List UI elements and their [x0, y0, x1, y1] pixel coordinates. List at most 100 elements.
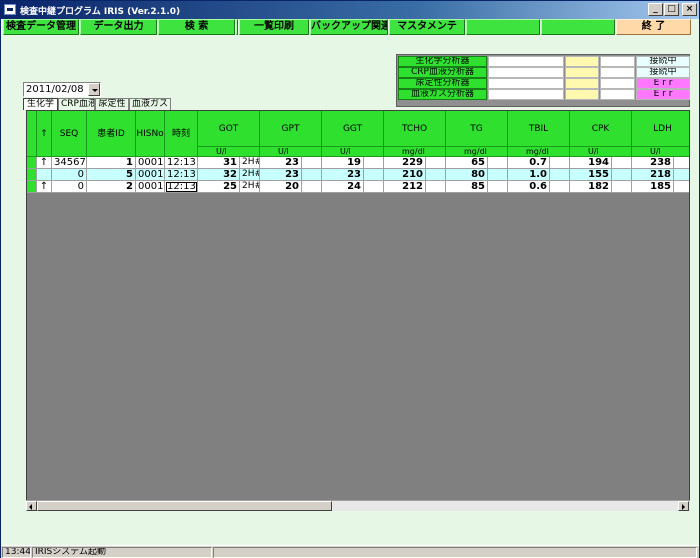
cell-value[interactable]: 218 — [632, 169, 674, 181]
cell-flag[interactable] — [550, 169, 570, 181]
cell-hisno[interactable]: 0001 — [136, 169, 165, 181]
menu-master-button[interactable]: マスタメンテ — [389, 19, 465, 35]
cell-value[interactable]: 19 — [322, 157, 364, 169]
results-grid[interactable]: ↑ SEQ 患者ID HISNo 時刻 GOT U/l GPT U/l GGT U/l TCHO mg/… — [26, 110, 690, 511]
menu-data-output-button[interactable]: データ出力 — [80, 19, 157, 35]
cell-flag[interactable]: 2H# — [240, 157, 260, 169]
column-header-test[interactable]: GGT — [322, 111, 384, 147]
date-select[interactable]: 2011/02/08 — [23, 82, 101, 97]
cell-flag[interactable] — [488, 181, 508, 193]
cell-value[interactable]: 155 — [570, 169, 612, 181]
cell-sel[interactable] — [27, 181, 37, 193]
cell-flag[interactable] — [674, 181, 689, 193]
cell-patient_id[interactable]: 1 — [87, 157, 136, 169]
cell-value[interactable]: 20 — [260, 181, 302, 193]
cell-flag[interactable] — [488, 169, 508, 181]
column-header-patient_id[interactable]: 患者ID — [87, 111, 136, 157]
maximize-button[interactable]: □ — [664, 3, 679, 16]
cell-value[interactable]: 23 — [260, 169, 302, 181]
cell-value[interactable]: 23 — [260, 157, 302, 169]
cell-flag[interactable] — [550, 181, 570, 193]
cell-value[interactable]: 194 — [570, 157, 612, 169]
cell-value[interactable]: 1.0 — [508, 169, 550, 181]
cell-value[interactable]: 25 — [198, 181, 240, 193]
cell-flag[interactable] — [426, 169, 446, 181]
cell-hisno[interactable]: 0001 — [136, 181, 165, 193]
cell-value[interactable]: 212 — [384, 181, 426, 193]
cell-flag[interactable] — [364, 181, 384, 193]
cell-time[interactable]: 12:13 — [165, 157, 198, 169]
column-header-hisno[interactable]: HISNo — [136, 111, 165, 157]
cell-seq[interactable]: 3456789 — [52, 157, 87, 169]
column-header-test[interactable]: TCHO — [384, 111, 446, 147]
menu-test-data-button[interactable]: 検査データ管理 — [3, 19, 79, 35]
column-header-test[interactable]: TBIL — [508, 111, 570, 147]
menu-search-button[interactable]: 検 索 — [158, 19, 235, 35]
cell-flag[interactable] — [612, 181, 632, 193]
cell-time[interactable]: 12:13 — [165, 181, 198, 193]
cell-time[interactable]: 12:13 — [165, 169, 198, 181]
exit-button[interactable]: 終 了 — [616, 19, 691, 35]
cell-flag[interactable] — [674, 157, 689, 169]
minimize-button[interactable]: _ — [648, 3, 663, 16]
tab-bloodgas[interactable]: 血液ガス — [129, 98, 171, 110]
cell-value[interactable]: 238 — [632, 157, 674, 169]
cell-value[interactable]: 229 — [384, 157, 426, 169]
cell-arrow[interactable]: ↑ — [37, 157, 52, 169]
cell-value[interactable]: 182 — [570, 181, 612, 193]
menu-blank-button-2[interactable] — [466, 19, 540, 35]
menu-blank-button[interactable] — [236, 19, 238, 35]
column-header-arrow[interactable]: ↑ — [37, 111, 52, 157]
column-header-test[interactable]: CPK — [570, 111, 632, 147]
cell-seq[interactable]: 0 — [52, 169, 87, 181]
close-button[interactable]: × — [682, 3, 697, 16]
cell-value[interactable]: 210 — [384, 169, 426, 181]
scroll-thumb[interactable] — [37, 501, 332, 511]
menu-blank-button-3[interactable] — [541, 19, 615, 35]
cell-flag[interactable] — [550, 157, 570, 169]
scroll-left-icon[interactable] — [26, 501, 37, 511]
horizontal-scrollbar[interactable] — [26, 500, 690, 511]
column-header-test[interactable]: TG — [446, 111, 508, 147]
column-header-seq[interactable]: SEQ — [52, 111, 87, 157]
cell-hisno[interactable]: 0001 — [136, 157, 165, 169]
tab-biochem[interactable]: 生化学 — [23, 98, 58, 110]
tab-crp[interactable]: CRP血液 — [58, 98, 95, 110]
cell-sel[interactable] — [27, 169, 37, 181]
cell-seq[interactable]: 0 — [52, 181, 87, 193]
cell-flag[interactable] — [302, 181, 322, 193]
cell-flag[interactable] — [612, 169, 632, 181]
column-header-test[interactable]: LDH — [632, 111, 689, 147]
menu-list-print-button[interactable]: 一覧印刷 — [239, 19, 309, 35]
cell-value[interactable]: 24 — [322, 181, 364, 193]
cell-flag[interactable] — [426, 157, 446, 169]
cell-flag[interactable]: 2H# — [240, 169, 260, 181]
cell-flag[interactable] — [426, 181, 446, 193]
cell-flag[interactable] — [674, 169, 689, 181]
cell-value[interactable]: 65 — [446, 157, 488, 169]
scroll-right-icon[interactable] — [678, 501, 689, 511]
cell-flag[interactable]: 2H# — [240, 181, 260, 193]
cell-flag[interactable] — [302, 169, 322, 181]
cell-value[interactable]: 80 — [446, 169, 488, 181]
cell-value[interactable]: 85 — [446, 181, 488, 193]
cell-flag[interactable] — [302, 157, 322, 169]
column-header-time[interactable]: 時刻 — [165, 111, 198, 157]
column-header-test[interactable]: GOT — [198, 111, 260, 147]
chevron-down-icon[interactable] — [88, 83, 100, 96]
cell-value[interactable]: 31 — [198, 157, 240, 169]
cell-flag[interactable] — [364, 169, 384, 181]
cell-value[interactable]: 32 — [198, 169, 240, 181]
cell-sel[interactable] — [27, 157, 37, 169]
column-header-sel[interactable] — [27, 111, 37, 157]
cell-patient_id[interactable]: 2 — [87, 181, 136, 193]
column-header-test[interactable]: GPT — [260, 111, 322, 147]
cell-value[interactable]: 0.7 — [508, 157, 550, 169]
cell-arrow[interactable]: ↑ — [37, 181, 52, 193]
cell-flag[interactable] — [364, 157, 384, 169]
cell-flag[interactable] — [612, 157, 632, 169]
cell-patient_id[interactable]: 5 — [87, 169, 136, 181]
tab-urine[interactable]: 尿定性 — [95, 98, 129, 110]
cell-flag[interactable] — [488, 157, 508, 169]
cell-value[interactable]: 185 — [632, 181, 674, 193]
